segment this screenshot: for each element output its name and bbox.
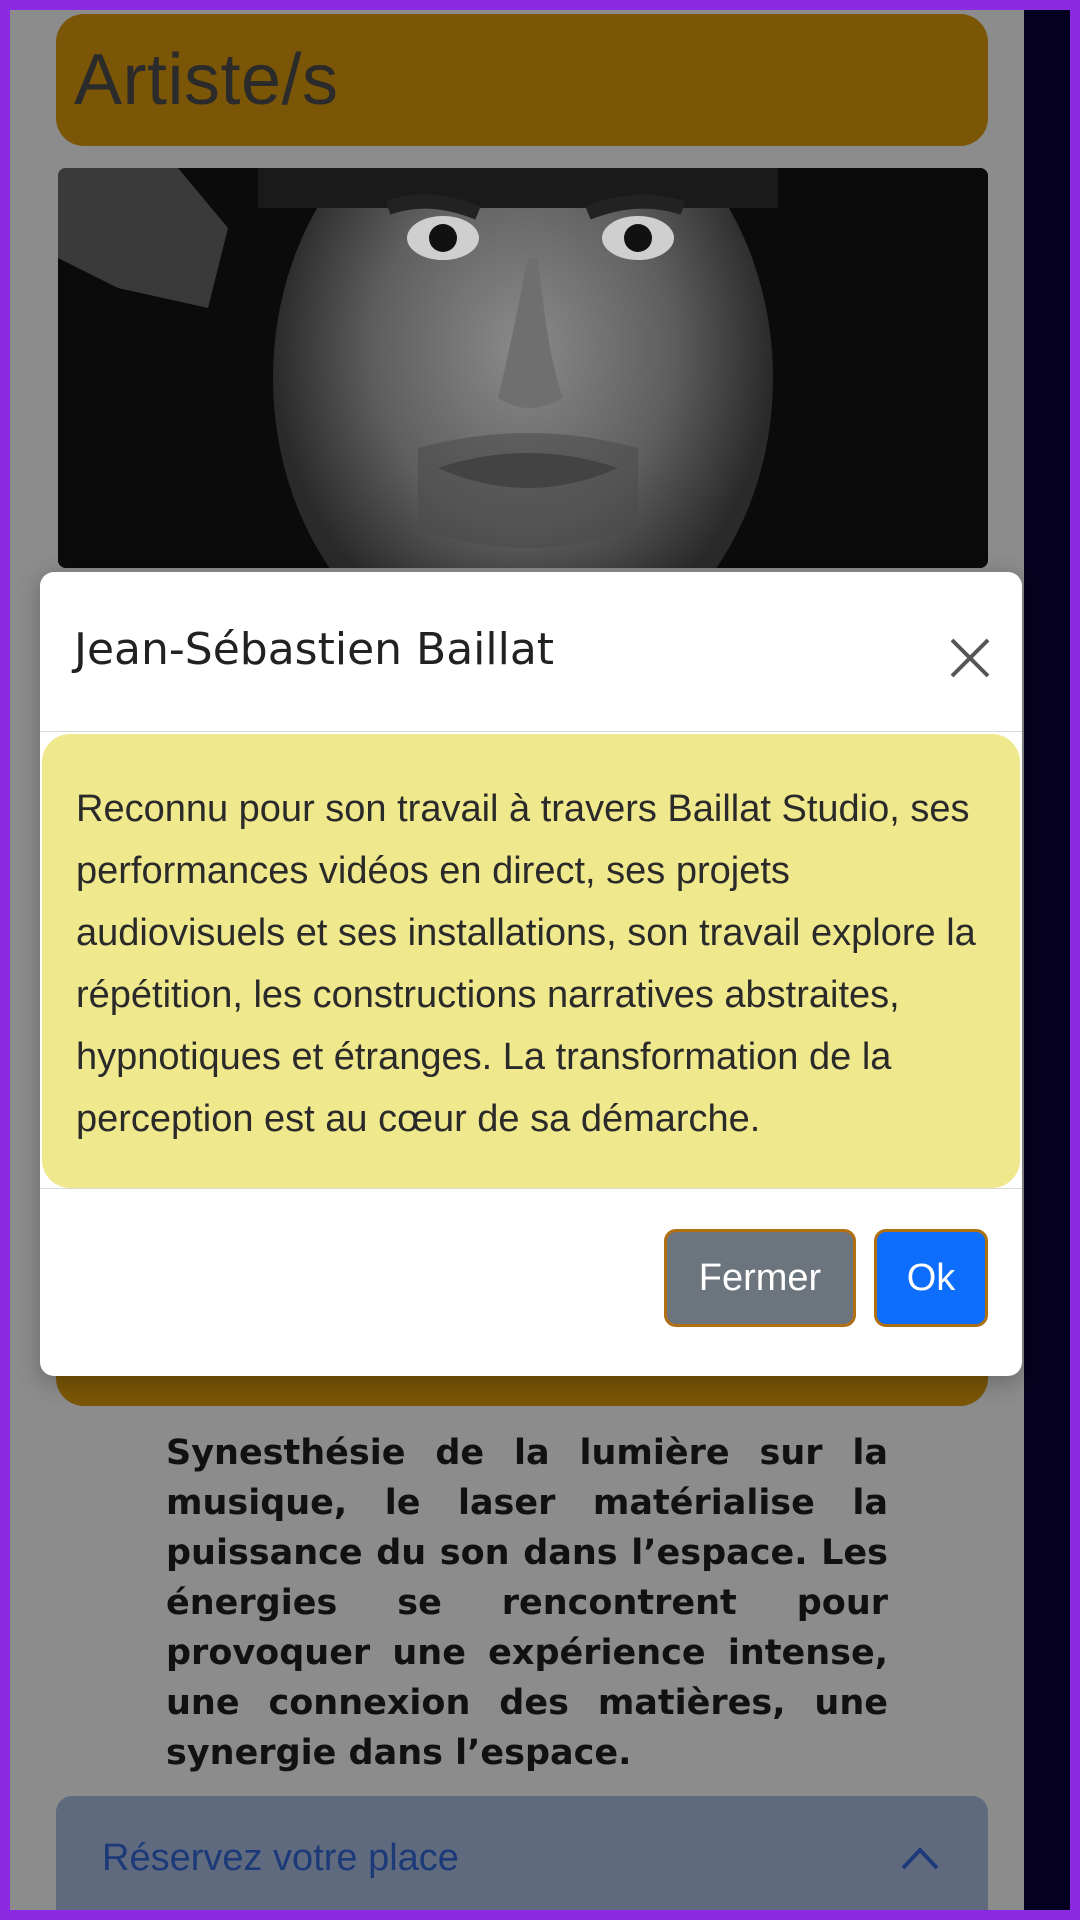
reserve-label: Réservez votre place bbox=[102, 1836, 459, 1879]
event-description: Synesthésie de la lumière sur la musique… bbox=[166, 1433, 888, 1773]
artist-modal: Jean-Sébastien Baillat Reconnu pour son … bbox=[40, 572, 1022, 1376]
artist-photo bbox=[58, 168, 988, 568]
app-frame: Artiste/s Synesthésie de la lumière sur … bbox=[0, 0, 1080, 1920]
artists-heading-bar: Artiste/s bbox=[56, 14, 988, 146]
reserve-accordion-header[interactable]: Réservez votre place bbox=[56, 1796, 988, 1910]
close-button[interactable]: Fermer bbox=[664, 1229, 856, 1327]
modal-header: Jean-Sébastien Baillat bbox=[40, 572, 1022, 732]
modal-body: Reconnu pour son travail à travers Baill… bbox=[42, 734, 1020, 1188]
chevron-up-icon bbox=[900, 1845, 940, 1871]
modal-title: Jean-Sébastien Baillat bbox=[74, 624, 555, 675]
ok-button[interactable]: Ok bbox=[874, 1229, 988, 1327]
artists-heading: Artiste/s bbox=[74, 40, 339, 120]
modal-body-text: Reconnu pour son travail à travers Baill… bbox=[76, 788, 976, 1140]
scrollbar-track bbox=[1024, 10, 1070, 1910]
close-icon[interactable] bbox=[942, 630, 998, 686]
modal-footer: Fermer Ok bbox=[40, 1188, 1022, 1376]
